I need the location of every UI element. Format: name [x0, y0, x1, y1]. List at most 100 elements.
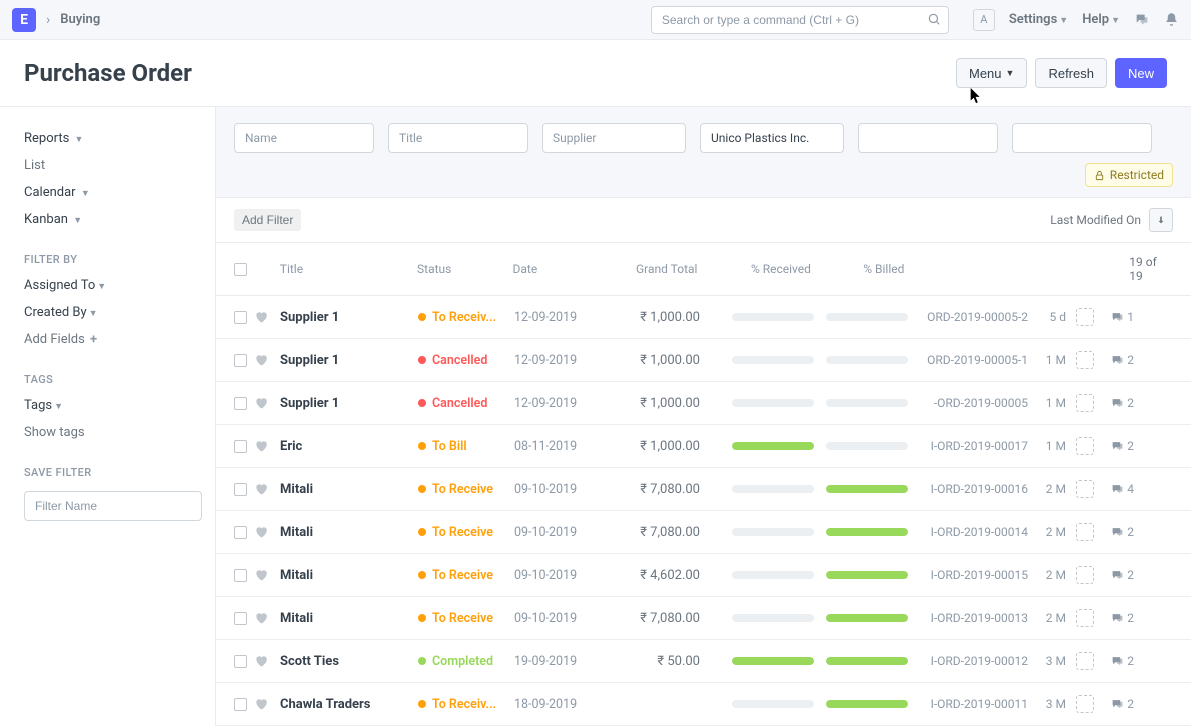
row-comments[interactable]: 1 [1094, 310, 1134, 324]
breadcrumb-buying[interactable]: Buying [60, 12, 100, 27]
select-all-checkbox[interactable] [234, 263, 247, 276]
search-icon[interactable] [927, 12, 941, 26]
table-row[interactable]: Mitali To Receive 09-10-2019 ₹ 4,602.00 … [216, 554, 1191, 597]
filter-supplier-box[interactable]: Supplier [542, 123, 686, 153]
refresh-button[interactable]: Refresh [1035, 58, 1107, 88]
row-title[interactable]: Supplier 1 [274, 396, 418, 411]
row-checkbox[interactable] [234, 569, 247, 582]
global-search-input[interactable] [651, 6, 949, 34]
heart-icon[interactable] [254, 525, 274, 539]
heart-icon[interactable] [254, 396, 274, 410]
row-checkbox[interactable] [234, 397, 247, 410]
filter-empty-2[interactable] [1012, 123, 1152, 153]
row-checkbox[interactable] [234, 526, 247, 539]
heart-icon[interactable] [254, 654, 274, 668]
row-title[interactable]: Mitali [274, 525, 418, 540]
assign-button[interactable] [1076, 480, 1094, 498]
assign-button[interactable] [1076, 437, 1094, 455]
filter-created-by[interactable]: Created By▼ [24, 299, 191, 326]
table-row[interactable]: Supplier 1 Cancelled 12-09-2019 ₹ 1,000.… [216, 339, 1191, 382]
row-checkbox[interactable] [234, 612, 247, 625]
sort-direction-button[interactable] [1149, 208, 1173, 232]
new-button[interactable]: New [1115, 58, 1167, 88]
table-row[interactable]: Supplier 1 Cancelled 12-09-2019 ₹ 1,000.… [216, 382, 1191, 425]
row-checkbox[interactable] [234, 440, 247, 453]
heart-icon[interactable] [254, 353, 274, 367]
row-title[interactable]: Mitali [274, 611, 418, 626]
chat-icon[interactable] [1134, 12, 1150, 28]
col-billed[interactable]: % Billed [811, 262, 910, 276]
table-row[interactable]: Supplier 1 To Receiv... 12-09-2019 ₹ 1,0… [216, 296, 1191, 339]
tags-select[interactable]: Tags▼ [24, 392, 191, 419]
bell-icon[interactable] [1164, 12, 1179, 27]
col-status[interactable]: Status [417, 262, 512, 276]
row-comments[interactable]: 2 [1094, 525, 1134, 539]
table-row[interactable]: Chawla Traders To Receiv... 18-09-2019 I… [216, 683, 1191, 726]
heart-icon[interactable] [254, 439, 274, 453]
filter-empty-1[interactable] [858, 123, 998, 153]
col-total[interactable]: Grand Total [620, 262, 712, 276]
row-comments[interactable]: 2 [1094, 568, 1134, 582]
row-checkbox[interactable] [234, 483, 247, 496]
show-tags[interactable]: Show tags [24, 419, 191, 446]
col-date[interactable]: Date [512, 262, 619, 276]
row-comments[interactable]: 2 [1094, 611, 1134, 625]
filter-title-box[interactable]: Title [388, 123, 528, 153]
assign-button[interactable] [1076, 308, 1094, 326]
heart-icon[interactable] [254, 482, 274, 496]
row-title[interactable]: Mitali [274, 482, 418, 497]
col-received[interactable]: % Received [711, 262, 810, 276]
row-comments[interactable]: 4 [1094, 482, 1134, 496]
assign-button[interactable] [1076, 523, 1094, 541]
row-title[interactable]: Mitali [274, 568, 418, 583]
app-logo[interactable]: E [12, 8, 36, 32]
sidebar-reports[interactable]: Reports ▼ [24, 125, 191, 152]
user-avatar[interactable]: A [973, 9, 995, 31]
row-title[interactable]: Supplier 1 [274, 310, 418, 325]
row-comments[interactable]: 2 [1094, 353, 1134, 367]
row-title[interactable]: Eric [274, 439, 418, 454]
filter-name-input[interactable] [24, 491, 202, 521]
table-row[interactable]: Mitali To Receive 09-10-2019 ₹ 7,080.00 … [216, 597, 1191, 640]
filter-name-box[interactable]: Name [234, 123, 374, 153]
row-title[interactable]: Scott Ties [274, 654, 418, 669]
row-checkbox[interactable] [234, 655, 247, 668]
menu-button[interactable]: Menu▼ [956, 58, 1027, 88]
row-checkbox[interactable] [234, 311, 247, 324]
row-checkbox[interactable] [234, 698, 247, 711]
sidebar-calendar[interactable]: Calendar ▼ [24, 179, 191, 206]
assign-button[interactable] [1076, 609, 1094, 627]
restricted-badge[interactable]: Restricted [1085, 163, 1173, 187]
row-comments[interactable]: 2 [1094, 654, 1134, 668]
assign-button[interactable] [1076, 394, 1094, 412]
filter-supplier-value[interactable]: Unico Plastics Inc. [700, 123, 844, 153]
row-title[interactable]: Chawla Traders [274, 697, 418, 712]
help-menu[interactable]: Help▼ [1082, 12, 1120, 27]
table-row[interactable]: Mitali To Receive 09-10-2019 ₹ 7,080.00 … [216, 511, 1191, 554]
heart-icon[interactable] [254, 697, 274, 711]
table-row[interactable]: Mitali To Receive 09-10-2019 ₹ 7,080.00 … [216, 468, 1191, 511]
assign-button[interactable] [1076, 566, 1094, 584]
sidebar-kanban[interactable]: Kanban ▼ [24, 206, 191, 233]
col-title[interactable]: Title [274, 262, 417, 276]
table-row[interactable]: Scott Ties Completed 19-09-2019 ₹ 50.00 … [216, 640, 1191, 683]
assign-button[interactable] [1076, 652, 1094, 670]
row-comments[interactable]: 2 [1094, 396, 1134, 410]
lock-icon [1094, 170, 1105, 181]
assign-button[interactable] [1076, 351, 1094, 369]
row-checkbox[interactable] [234, 354, 247, 367]
filter-assigned-to[interactable]: Assigned To▼ [24, 272, 191, 299]
table-row[interactable]: Eric To Bill 08-11-2019 ₹ 1,000.00 I-ORD… [216, 425, 1191, 468]
add-fields[interactable]: Add Fields + [24, 326, 191, 353]
row-comments[interactable]: 2 [1094, 439, 1134, 453]
heart-icon[interactable] [254, 568, 274, 582]
sort-by-label[interactable]: Last Modified On [1050, 213, 1141, 227]
heart-icon[interactable] [254, 611, 274, 625]
heart-icon[interactable] [254, 310, 274, 324]
settings-menu[interactable]: Settings▼ [1009, 12, 1068, 27]
sidebar-list[interactable]: List [24, 152, 191, 179]
row-title[interactable]: Supplier 1 [274, 353, 418, 368]
add-filter-button[interactable]: Add Filter [234, 209, 301, 231]
row-comments[interactable]: 2 [1094, 697, 1134, 711]
assign-button[interactable] [1076, 695, 1094, 713]
